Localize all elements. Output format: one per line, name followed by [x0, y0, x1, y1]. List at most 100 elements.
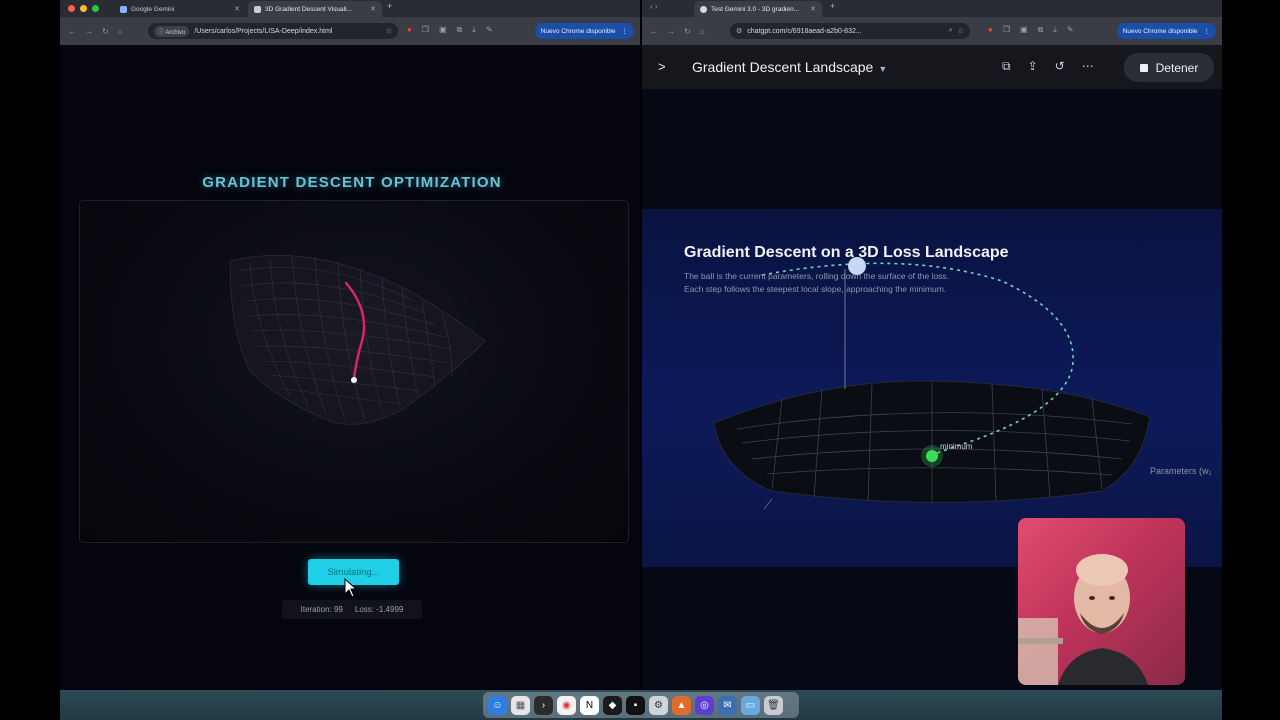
tab-nav-icons[interactable]: ‹ ›	[650, 2, 658, 11]
current-position-ball	[351, 377, 357, 383]
back-icon[interactable]: ←	[68, 27, 76, 36]
tab-label: 3D Gradient Descent Visuali...	[265, 5, 352, 13]
url-text: /Users/carlos/Projects/LISA-Deep/index.h…	[194, 27, 333, 35]
conversation-header: > Gradient Descent Landscape ▼ ⧉ ⇪ ↺ ⋯ De…	[642, 45, 1222, 89]
share-icon[interactable]: ⇪	[1028, 59, 1038, 74]
minimum-label: minimum	[940, 442, 973, 451]
home-icon[interactable]: ⌂	[118, 27, 123, 36]
copy-icon[interactable]: ⧉	[1002, 59, 1011, 74]
gemini-favicon-icon	[120, 5, 127, 13]
forward-icon[interactable]: →	[85, 27, 93, 36]
more-menu-icon[interactable]: ⋮	[622, 27, 629, 35]
launchpad-icon[interactable]: ▦	[511, 695, 530, 715]
finder-icon[interactable]: ☺	[488, 695, 507, 715]
settings-icon[interactable]: ⚙	[649, 695, 668, 715]
maximize-window-button[interactable]	[92, 5, 99, 12]
conversation-title[interactable]: Gradient Descent Landscape ▼	[692, 59, 887, 75]
new-tab-button[interactable]: +	[830, 1, 835, 11]
conversation-title-text: Gradient Descent Landscape	[692, 59, 874, 75]
close-window-button[interactable]	[68, 5, 75, 12]
viz-subtitle: The ball is the current parameters, roll…	[684, 270, 1024, 296]
zoom-icon[interactable]: ⌕	[949, 27, 953, 35]
chatgpt-favicon-icon	[700, 5, 707, 13]
sidepanel-icon[interactable]: ▣	[439, 25, 447, 35]
viz-subtitle-line-1: The ball is the current parameters, roll…	[684, 271, 950, 281]
chevron-down-icon: ▼	[878, 64, 888, 74]
copy-icon[interactable]: ⧉	[457, 25, 463, 35]
download-icon[interactable]: ⤓	[472, 25, 476, 35]
notion-icon[interactable]: N	[580, 695, 599, 715]
chrome-update-button[interactable]: Nuevo Chrome disponible ⋮	[1116, 23, 1216, 39]
bookmark-star-icon[interactable]: ☆	[958, 27, 964, 35]
home-icon[interactable]: ⌂	[700, 27, 705, 36]
address-bar[interactable]: ⚙ chatgpt.com/c/6918aead-a2b0-832... ⌕ ☆	[730, 23, 970, 39]
puzzle-icon[interactable]: ✎	[486, 25, 493, 35]
tab-gradient-descent[interactable]: 3D Gradient Descent Visuali... ✕	[248, 1, 382, 17]
3d-canvas[interactable]	[79, 200, 629, 543]
loss-value: Loss: -1.4999	[354, 605, 404, 614]
url-text: chatgpt.com/c/6918aead-a2b0-832...	[747, 27, 862, 35]
site-info-icon[interactable]: ⚙	[736, 27, 742, 35]
iteration-counter: Iteration: 99	[300, 605, 343, 614]
page-title: GRADIENT DESCENT OPTIMIZATION	[202, 174, 502, 191]
more-options-icon[interactable]: ⋯	[1082, 59, 1094, 74]
copy-icon[interactable]: ⧉	[1038, 25, 1044, 35]
axis-tick	[763, 498, 773, 510]
toolbar-icons: ● ❐ ▣ ⧉ ⤓ ✎	[988, 25, 1074, 35]
viz-title: Gradient Descent on a 3D Loss Landscape	[684, 244, 1009, 261]
close-tab-icon[interactable]: ✕	[370, 5, 376, 13]
download-icon[interactable]: ⤓	[1053, 25, 1057, 35]
cursor-app-icon[interactable]: ◆	[603, 695, 622, 715]
extension-icon[interactable]: ❐	[422, 25, 429, 35]
forward-icon[interactable]: →	[667, 27, 675, 36]
more-menu-icon[interactable]: ⋮	[1204, 27, 1211, 35]
browser-toolbar: ← → ↻ ⌂ ⚙ chatgpt.com/c/6918aead-a2b0-83…	[642, 17, 1222, 45]
chip-label: Archivo	[165, 29, 186, 36]
stop-button[interactable]: Detener	[1124, 53, 1214, 82]
mouse-cursor-icon	[344, 577, 358, 603]
bookmark-star-icon[interactable]: ☆	[386, 27, 392, 35]
3d-visualization[interactable]: minimum	[642, 209, 1222, 567]
tab-label: Test Gemini 3.0 - 3D gradien...	[711, 5, 800, 13]
webcam-overlay	[1018, 518, 1185, 685]
file-info-chip[interactable]: ⓘ Archivo	[154, 25, 190, 37]
app-icon[interactable]: ▲	[672, 695, 691, 715]
reload-icon[interactable]: ↻	[102, 27, 109, 36]
stop-square-icon	[1139, 63, 1148, 72]
chevron-right-icon[interactable]: >	[658, 59, 666, 74]
new-tab-button[interactable]: +	[387, 1, 392, 11]
chrome-update-button[interactable]: Nuevo Chrome disponible ⋮	[534, 23, 634, 39]
navigation-buttons: ← → ↻ ⌂	[68, 27, 123, 36]
tab-google-gemini[interactable]: Google Gemini ✕	[114, 1, 246, 17]
chrome-icon[interactable]: ◉	[557, 695, 576, 715]
presenter-video	[1018, 554, 1148, 685]
sidepanel-icon[interactable]: ▣	[1020, 25, 1028, 35]
trash-icon[interactable]: 🗑	[764, 695, 783, 715]
extension-icon[interactable]: ❐	[1003, 25, 1010, 35]
history-icon[interactable]: ↺	[1055, 59, 1065, 74]
loss-surface-svg	[229, 254, 486, 425]
terminal-icon[interactable]: ›	[534, 695, 553, 715]
record-icon[interactable]: ●	[407, 25, 412, 35]
record-icon[interactable]: ●	[988, 25, 993, 35]
back-icon[interactable]: ←	[650, 27, 658, 36]
tab-chatgpt[interactable]: Test Gemini 3.0 - 3D gradien... ✕	[694, 1, 822, 17]
window-controls	[68, 5, 99, 12]
loss-landscape-svg: minimum	[713, 257, 1151, 510]
minimize-window-button[interactable]	[80, 5, 87, 12]
folder-icon[interactable]: ▭	[741, 695, 760, 715]
header-actions: ⧉ ⇪ ↺ ⋯	[1002, 59, 1094, 74]
update-label: Nuevo Chrome disponible	[540, 27, 616, 35]
mail-icon[interactable]: ✉	[718, 695, 737, 715]
mesh-surface	[229, 254, 486, 425]
tab-bar: ‹ › Test Gemini 3.0 - 3D gradien... ✕ +	[642, 0, 1222, 17]
address-bar[interactable]: ⓘ Archivo /Users/carlos/Projects/LISA-De…	[148, 23, 398, 39]
code-editor-icon[interactable]: ▪	[626, 695, 645, 715]
close-tab-icon[interactable]: ✕	[234, 5, 240, 13]
puzzle-icon[interactable]: ✎	[1067, 25, 1074, 35]
reload-icon[interactable]: ↻	[684, 27, 691, 36]
navigation-buttons: ← → ↻ ⌂	[650, 27, 705, 36]
dock: ☺ ▦ › ◉ N ◆ ▪ ⚙ ▲ ◎ ✉ ▭ 🗑	[483, 692, 799, 718]
close-tab-icon[interactable]: ✕	[810, 5, 816, 13]
obs-icon[interactable]: ◎	[695, 695, 714, 715]
